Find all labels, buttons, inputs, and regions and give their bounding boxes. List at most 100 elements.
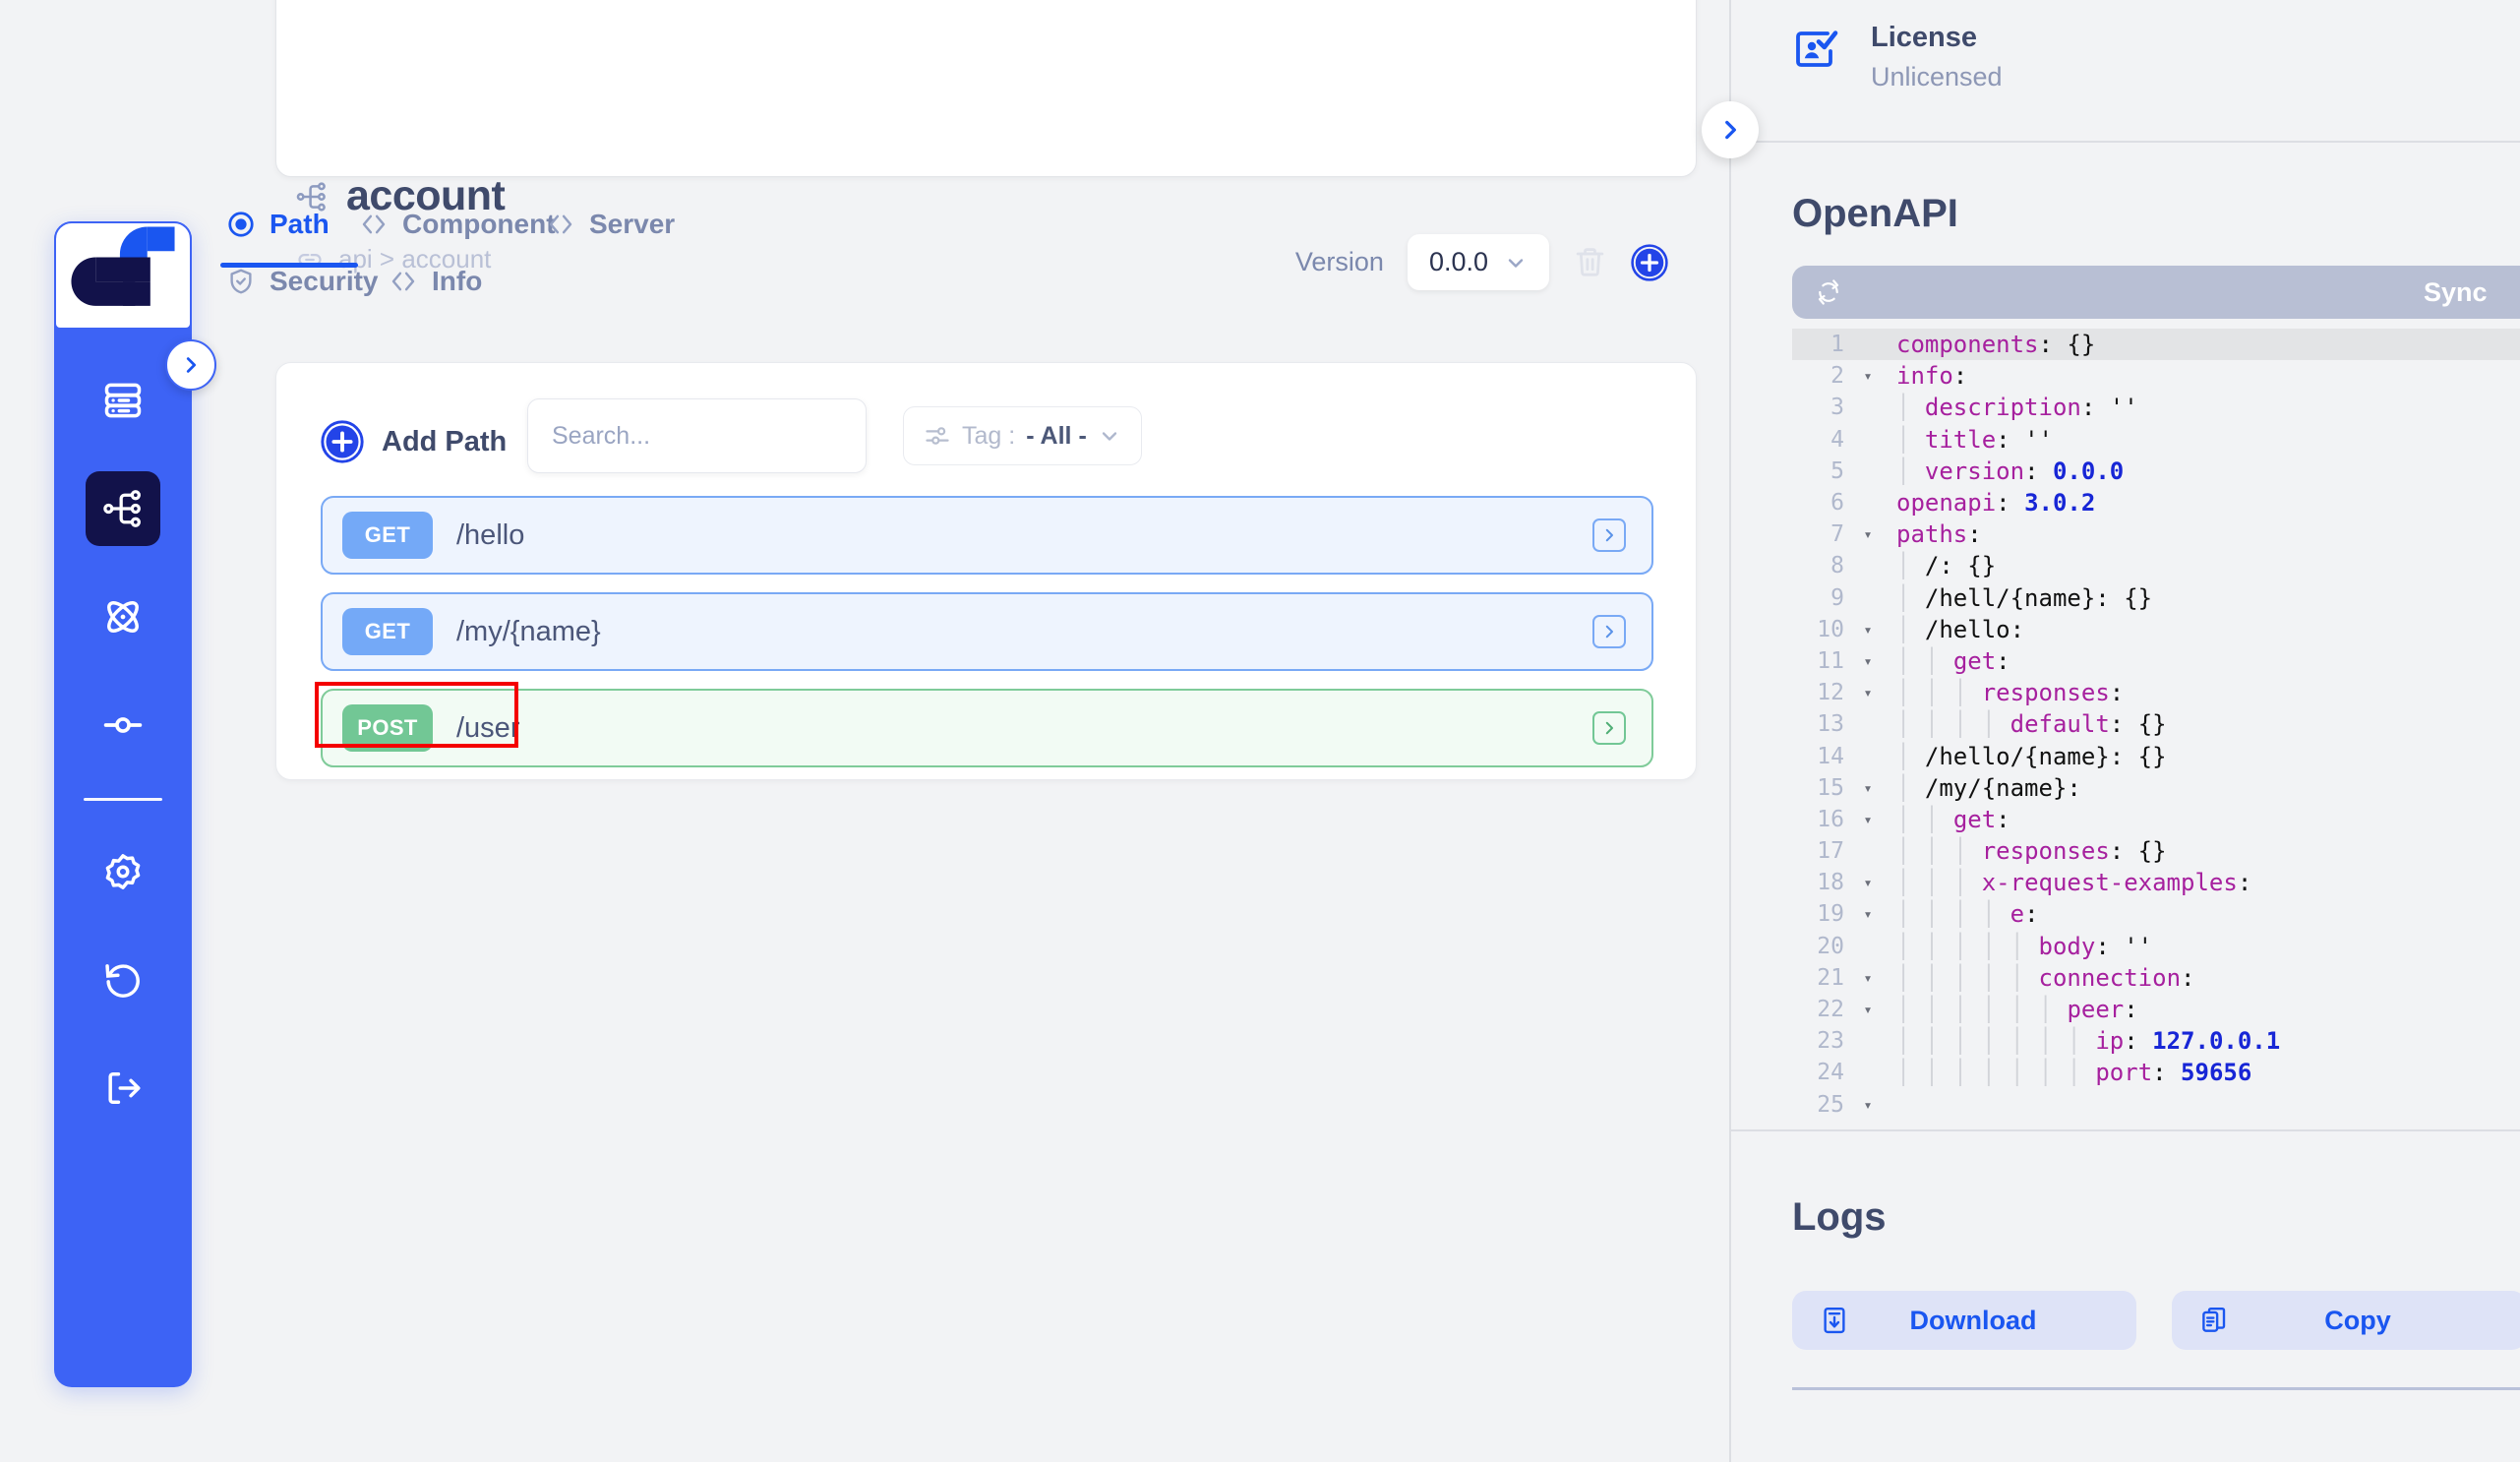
add-path-button[interactable]: Add Path: [321, 420, 507, 463]
tab-server[interactable]: Server: [546, 209, 675, 248]
download-logs-button[interactable]: Download: [1792, 1291, 2136, 1350]
sidebar-item-history[interactable]: [86, 943, 160, 1017]
search-input[interactable]: [552, 421, 869, 451]
delete-version-button[interactable]: [1573, 245, 1607, 279]
path-name: /user: [456, 711, 520, 744]
sidebar-item-api-tree[interactable]: [86, 471, 160, 546]
code-line[interactable]: 1 components: {}: [1792, 329, 2520, 361]
fold-toggle[interactable]: ▾: [1855, 1096, 1881, 1114]
code-text: │ /hello:: [1896, 615, 2025, 643]
code-line[interactable]: 18 ▾ │ │ │ x-request-examples:: [1792, 867, 2520, 898]
code-line[interactable]: 8 │ /: {}: [1792, 550, 2520, 581]
path-row[interactable]: GET/my/{name}: [321, 592, 1653, 671]
code-line[interactable]: 24 │ │ │ │ │ │ │ port: 59656: [1792, 1057, 2520, 1088]
path-name: /hello: [456, 518, 525, 551]
fold-toggle[interactable]: ▾: [1855, 684, 1881, 701]
sidebar-item-atom[interactable]: [86, 579, 160, 654]
code-line[interactable]: 14 │ /hello/{name}: {}: [1792, 740, 2520, 771]
code-line[interactable]: 21 ▾ │ │ │ │ │ connection:: [1792, 962, 2520, 994]
code-line[interactable]: 7 ▾ paths:: [1792, 518, 2520, 550]
fold-toggle[interactable]: ▾: [1855, 779, 1881, 797]
line-number: 23: [1817, 1028, 1844, 1055]
tab-path[interactable]: Path: [220, 209, 358, 268]
sidebar-item-node[interactable]: [86, 688, 160, 762]
fold-toggle[interactable]: ▾: [1855, 874, 1881, 891]
filter-sliders-icon: [924, 422, 951, 450]
sync-button[interactable]: Sync: [1792, 266, 2520, 319]
code-line[interactable]: 19 ▾ │ │ │ │ e:: [1792, 898, 2520, 930]
license-block: License Unlicensed: [1792, 22, 2003, 92]
code-text: paths:: [1896, 520, 1982, 549]
tab-server-label: Server: [589, 209, 676, 239]
copy-logs-label: Copy: [2324, 1305, 2391, 1335]
path-row[interactable]: POST/user: [315, 682, 1653, 767]
sidebar-toggle-button[interactable]: [165, 339, 216, 391]
code-line[interactable]: 11 ▾ │ │ get:: [1792, 645, 2520, 677]
tag-filter-select[interactable]: Tag : - All -: [903, 406, 1142, 465]
expand-path-button[interactable]: [1592, 615, 1626, 648]
fold-toggle[interactable]: ▾: [1855, 652, 1881, 670]
code-line[interactable]: 2 ▾ info:: [1792, 360, 2520, 392]
refresh-icon: [1814, 277, 1843, 307]
openapi-code-editor[interactable]: 1 components: {} 2 ▾ info: 3 │ description: ''…: [1792, 329, 2520, 1116]
fold-toggle[interactable]: ▾: [1855, 525, 1881, 543]
code-line[interactable]: 9 │ /hell/{name}: {}: [1792, 582, 2520, 614]
plus-circle-icon: [1631, 243, 1668, 281]
line-number: 5: [1830, 457, 1844, 484]
fold-toggle[interactable]: ▾: [1855, 811, 1881, 828]
app-root: account api > account Path Component Ser…: [0, 0, 2520, 1462]
sidebar-item-server[interactable]: [86, 363, 160, 438]
sitemap-icon: [103, 490, 141, 527]
tab-info[interactable]: Info: [389, 266, 482, 305]
expand-path-button[interactable]: [1592, 711, 1626, 745]
undo-icon: [105, 964, 140, 998]
code-line[interactable]: 16 ▾ │ │ get:: [1792, 804, 2520, 835]
code-text: │ /: {}: [1896, 552, 1997, 580]
code-line[interactable]: 15 ▾ │ /my/{name}:: [1792, 772, 2520, 804]
code-brackets-icon: [389, 267, 418, 296]
tab-component[interactable]: Component: [359, 209, 556, 248]
tab-security[interactable]: Security: [226, 266, 379, 305]
line-number: 1: [1830, 332, 1844, 358]
sidebar-item-logout[interactable]: [86, 1051, 160, 1126]
code-line[interactable]: 5 │ version: 0.0.0: [1792, 456, 2520, 487]
fold-toggle[interactable]: ▾: [1855, 367, 1881, 385]
code-line[interactable]: 4 │ title: '': [1792, 424, 2520, 456]
code-text: components: {}: [1896, 331, 2096, 359]
code-text: │ │ │ │ │ body: '': [1896, 932, 2153, 960]
code-line[interactable]: 13 │ │ │ │ default: {}: [1792, 708, 2520, 740]
add-version-button[interactable]: [1631, 243, 1668, 281]
code-line[interactable]: 3 │ description: '': [1792, 392, 2520, 423]
fold-toggle[interactable]: ▾: [1855, 969, 1881, 987]
search-box[interactable]: [527, 398, 869, 473]
code-line[interactable]: 10 ▾ │ /hello:: [1792, 614, 2520, 645]
app-logo[interactable]: [54, 221, 192, 330]
method-badge: POST: [342, 704, 433, 752]
expand-path-button[interactable]: [1592, 518, 1626, 552]
sidebar-item-settings[interactable]: [86, 834, 160, 909]
fold-toggle[interactable]: ▾: [1855, 621, 1881, 639]
chevron-right-icon: [186, 357, 197, 373]
path-row[interactable]: GET/hello: [321, 496, 1653, 575]
code-line[interactable]: 22 ▾ │ │ │ │ │ │ peer:: [1792, 994, 2520, 1025]
code-text: │ │ │ │ │ connection:: [1896, 963, 2195, 992]
gear-icon: [105, 854, 141, 889]
version-select[interactable]: 0.0.0: [1407, 234, 1549, 290]
code-line[interactable]: 12 ▾ │ │ │ responses:: [1792, 677, 2520, 708]
code-line[interactable]: 25 ▾: [1792, 1089, 2520, 1116]
fold-toggle[interactable]: ▾: [1855, 1001, 1881, 1018]
code-line[interactable]: 23 │ │ │ │ │ │ │ ip: 127.0.0.1: [1792, 1025, 2520, 1057]
version-controls: Version 0.0.0: [1295, 234, 1668, 290]
code-line[interactable]: 6 openapi: 3.0.2: [1792, 487, 2520, 518]
fold-toggle[interactable]: ▾: [1855, 905, 1881, 923]
code-line[interactable]: 17 │ │ │ responses: {}: [1792, 835, 2520, 867]
copy-logs-button[interactable]: Copy: [2172, 1291, 2520, 1350]
line-number: 20: [1817, 933, 1844, 959]
code-brackets-icon: [546, 210, 575, 239]
code-line[interactable]: 20 │ │ │ │ │ body: '': [1792, 931, 2520, 962]
right-panel: License Unlicensed OpenAPI Sync 1 compone…: [1729, 0, 2520, 1462]
logs-section-title: Logs: [1792, 1195, 1887, 1239]
right-panel-toggle-button[interactable]: [1702, 101, 1759, 158]
df-logo-icon: [71, 226, 175, 306]
code-text: │ version: 0.0.0: [1896, 457, 2125, 485]
